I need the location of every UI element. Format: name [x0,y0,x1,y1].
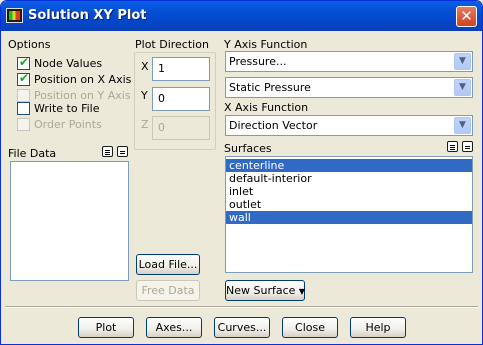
position-on-y-axis-label: Position on Y Axis [34,89,131,102]
title-bar[interactable]: Solution XY Plot ✕ [1,1,482,31]
order-points-label: Order Points [34,118,102,131]
y-direction-value: 0 [158,92,165,105]
node-values-checkbox[interactable] [17,55,30,70]
close-icon: ✕ [460,7,473,25]
plot-direction-heading: Plot Direction [135,38,209,51]
file-data-heading: File Data [8,147,57,160]
y-axis-category-dropdown[interactable]: Pressure... ▼ [225,51,473,72]
write-to-file-label[interactable]: Write to File [34,102,99,115]
z-direction-input: 0 [152,116,210,140]
position-on-x-axis-label[interactable]: Position on X Axis [34,73,131,86]
window-title: Solution XY Plot [28,8,147,23]
chevron-down-icon[interactable]: ▼ [454,117,471,134]
y-direction-input[interactable]: 0 [152,87,210,111]
plot-button[interactable]: Plot [78,317,134,338]
x-axis-function-dropdown[interactable]: Direction Vector ▼ [225,115,473,136]
new-surface-button[interactable]: New Surface ▼ [225,280,305,301]
curves-button[interactable]: Curves... [214,317,270,338]
surface-item-centerline[interactable]: centerline [226,159,472,172]
fluent-app-icon [6,8,23,23]
x-axis-function-value: Direction Vector [229,119,318,132]
surfaces-select-all-icon[interactable] [447,141,458,152]
new-surface-label: New Surface [226,284,296,297]
x-direction-input[interactable]: 1 [152,57,210,81]
z-direction-label: Z [141,118,149,131]
file-data-select-all-icon[interactable] [102,146,113,157]
solution-xy-plot-dialog: Solution XY Plot ✕ Options Node Values P… [0,0,483,345]
order-points-checkbox [17,118,30,131]
file-data-deselect-all-icon[interactable] [117,146,128,157]
position-on-y-axis-checkbox [17,89,30,102]
free-data-button: Free Data [136,280,200,301]
surfaces-deselect-all-icon[interactable] [462,141,473,152]
surface-item-outlet[interactable]: outlet [226,198,472,211]
surface-item-default-interior[interactable]: default-interior [226,172,472,185]
surface-item-inlet[interactable]: inlet [226,185,472,198]
x-direction-value: 1 [158,62,165,75]
position-on-x-axis-checkbox[interactable] [17,71,30,86]
axes-button[interactable]: Axes... [146,317,202,338]
surfaces-list[interactable]: centerline default-interior inlet outlet… [225,156,473,273]
options-heading: Options [8,38,51,51]
x-axis-function-heading: X Axis Function [224,101,309,114]
load-file-button[interactable]: Load File... [136,254,200,275]
y-axis-quantity-dropdown[interactable]: Static Pressure ▼ [225,77,473,98]
y-direction-label: Y [141,89,148,102]
close-button[interactable]: Close [282,317,338,338]
y-axis-quantity-value: Static Pressure [229,81,311,94]
help-button[interactable]: Help [350,317,406,338]
file-data-list[interactable] [10,161,129,281]
triangle-down-icon: ▼ [298,287,306,296]
bottom-separator [5,306,478,308]
write-to-file-checkbox[interactable] [17,102,30,115]
node-values-label[interactable]: Node Values [34,57,102,70]
surface-item-wall[interactable]: wall [226,211,472,224]
chevron-down-icon[interactable]: ▼ [454,79,471,96]
surfaces-heading: Surfaces [224,142,272,155]
x-direction-label: X [141,60,149,73]
close-window-button[interactable]: ✕ [456,6,477,27]
z-direction-value: 0 [158,121,165,134]
y-axis-function-heading: Y Axis Function [224,38,308,51]
y-axis-category-value: Pressure... [229,55,287,68]
chevron-down-icon[interactable]: ▼ [454,53,471,70]
